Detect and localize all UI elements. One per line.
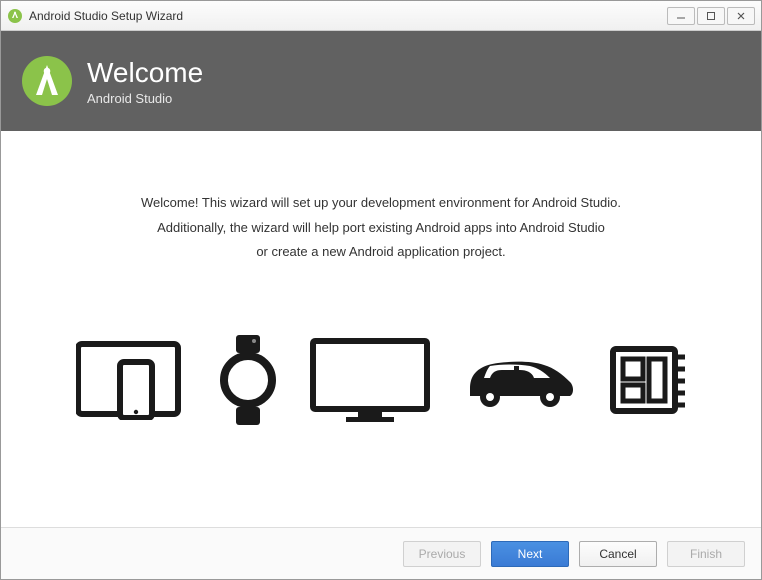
things-board-icon [609,345,687,415]
watch-icon [218,335,278,425]
next-button[interactable]: Next [491,541,569,567]
intro-line-2: Additionally, the wizard will help port … [141,216,621,241]
intro-line-1: Welcome! This wizard will set up your de… [141,191,621,216]
android-studio-logo-icon [21,55,73,107]
footer: Previous Next Cancel Finish [1,527,761,579]
titlebar: Android Studio Setup Wizard [1,1,761,31]
banner: Welcome Android Studio [1,31,761,131]
intro-text: Welcome! This wizard will set up your de… [141,191,621,265]
window-controls [667,7,755,25]
android-studio-icon [7,8,23,24]
car-icon [462,350,577,410]
finish-button: Finish [667,541,745,567]
cancel-button[interactable]: Cancel [579,541,657,567]
banner-title: Welcome [87,57,203,89]
intro-line-3: or create a new Android application proj… [141,240,621,265]
close-button[interactable] [727,7,755,25]
window-title: Android Studio Setup Wizard [29,9,667,23]
device-icons-row [76,335,687,425]
minimize-button[interactable] [667,7,695,25]
tv-icon [310,338,430,423]
previous-button: Previous [403,541,481,567]
tablet-phone-icon [76,340,186,420]
banner-subtitle: Android Studio [87,91,203,106]
content-area: Welcome! This wizard will set up your de… [1,131,761,527]
maximize-button[interactable] [697,7,725,25]
